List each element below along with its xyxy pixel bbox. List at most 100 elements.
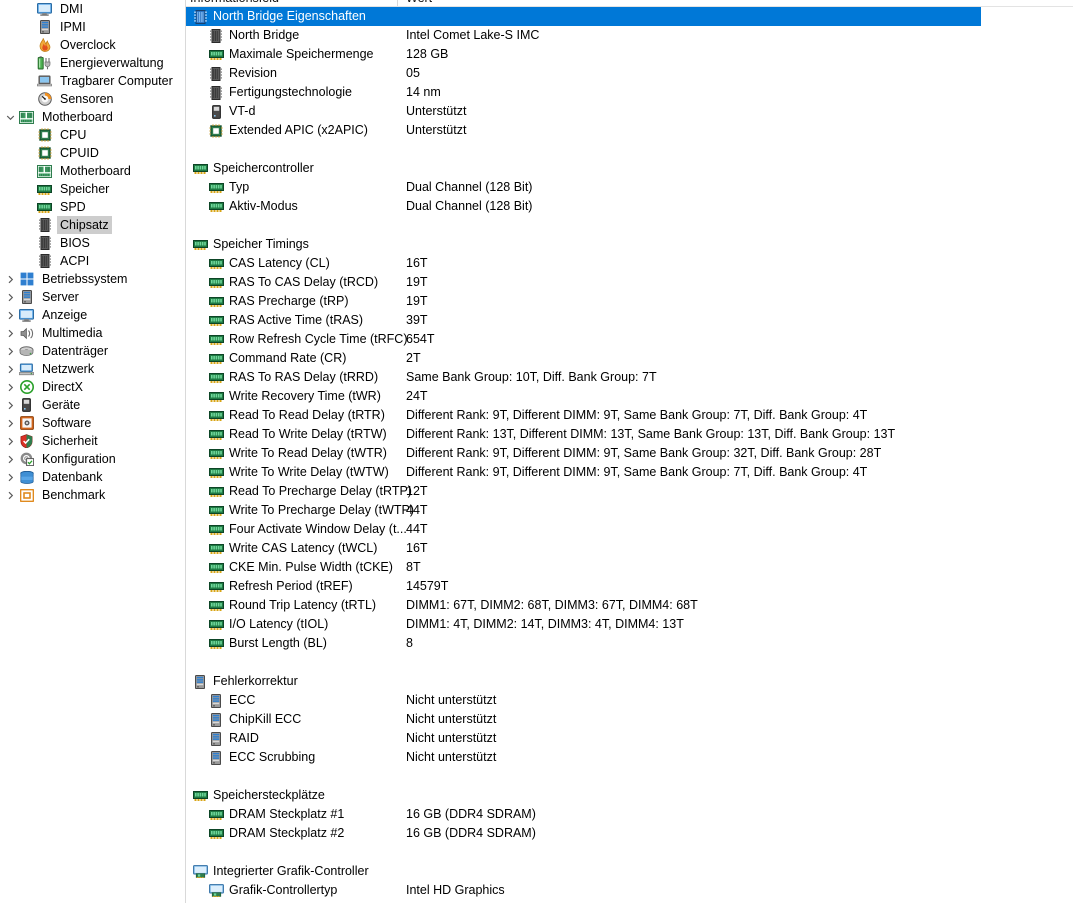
table-row[interactable]: RAS Precharge (tRP) 19T [186, 292, 1073, 311]
table-row[interactable]: VT-d Unterstützt [186, 102, 1073, 121]
sidebar-item-datenbank[interactable]: Datenbank [0, 468, 186, 486]
table-row[interactable]: Burst Length (BL) 8 [186, 634, 1073, 653]
chip-dark-icon [208, 28, 224, 44]
table-row[interactable]: Fertigungstechnologie 14 nm [186, 83, 1073, 102]
sidebar-item-server[interactable]: Server [0, 288, 186, 306]
sidebar-item-motherboard[interactable]: Motherboard [0, 162, 186, 180]
table-row[interactable]: ChipKill ECC Nicht unterstützt [186, 710, 1073, 729]
chevron-right-icon[interactable] [2, 360, 18, 378]
sidebar-item-cpu[interactable]: CPU [0, 126, 186, 144]
chevron-down-icon[interactable] [2, 108, 18, 126]
chip-square-icon [36, 145, 53, 161]
sidebar-item-ipmi[interactable]: IPMI [0, 18, 186, 36]
table-row[interactable]: Write CAS Latency (tWCL) 16T [186, 539, 1073, 558]
table-row[interactable]: Read To Precharge Delay (tRTP) 12T [186, 482, 1073, 501]
table-row[interactable]: ECC Nicht unterstützt [186, 691, 1073, 710]
sidebar-item-overclock[interactable]: Overclock [0, 36, 186, 54]
chevron-right-icon[interactable] [2, 342, 18, 360]
table-row[interactable]: North Bridge Intel Comet Lake-S IMC [186, 26, 1073, 45]
table-row[interactable]: Extended APIC (x2APIC) Unterstützt [186, 121, 1073, 140]
sidebar-item-sicherheit[interactable]: Sicherheit [0, 432, 186, 450]
sidebar-item-konfiguration[interactable]: Konfiguration [0, 450, 186, 468]
sidebar-item-tragbarer-computer[interactable]: Tragbarer Computer [0, 72, 186, 90]
table-row[interactable]: CKE Min. Pulse Width (tCKE) 8T [186, 558, 1073, 577]
chevron-right-icon[interactable] [2, 468, 18, 486]
table-row[interactable]: Maximale Speichermenge 128 GB [186, 45, 1073, 64]
table-row[interactable]: Write To Precharge Delay (tWTP) 44T [186, 501, 1073, 520]
table-row[interactable]: RAS To CAS Delay (tRCD) 19T [186, 273, 1073, 292]
sidebar-item-software[interactable]: Software [0, 414, 186, 432]
table-row[interactable]: RAID Nicht unterstützt [186, 729, 1073, 748]
sidebar-item-datentraeger[interactable]: Datenträger [0, 342, 186, 360]
table-row[interactable]: Write To Read Delay (tWTR) Different Rank… [186, 444, 1073, 463]
sidebar-tree[interactable]: DMI IPMI Overclock Energieverwaltung Tra… [0, 0, 186, 903]
chevron-right-icon[interactable] [2, 414, 18, 432]
chevron-right-icon[interactable] [2, 270, 18, 288]
table-row[interactable]: Command Rate (CR) 2T [186, 349, 1073, 368]
sidebar-item-bios[interactable]: BIOS [0, 234, 186, 252]
row-field-label: RAS Precharge (tRP) [229, 294, 349, 308]
chevron-right-icon[interactable] [2, 324, 18, 342]
section-header-row[interactable]: Speichercontroller [186, 159, 1073, 178]
sidebar-item-geraete[interactable]: Geräte [0, 396, 186, 414]
chevron-right-icon[interactable] [2, 450, 18, 468]
sidebar-item-sensoren[interactable]: Sensoren [0, 90, 186, 108]
column-header-separator[interactable] [397, 0, 398, 6]
sidebar-item-chipsatz[interactable]: Chipsatz [0, 216, 186, 234]
table-row[interactable]: RAS To RAS Delay (tRRD) Same Bank Group: … [186, 368, 1073, 387]
chevron-right-icon[interactable] [2, 486, 18, 504]
sidebar-item-motherboard[interactable]: Motherboard [0, 108, 186, 126]
section-header-row[interactable]: Speicher Timings [186, 235, 1073, 254]
selected-row[interactable]: North Bridge Eigenschaften [186, 7, 981, 26]
sidebar-item-spd[interactable]: SPD [0, 198, 186, 216]
table-row[interactable]: Write Recovery Time (tWR) 24T [186, 387, 1073, 406]
table-row[interactable]: Read To Write Delay (tRTW) Different Rank… [186, 425, 1073, 444]
chevron-right-icon[interactable] [2, 432, 18, 450]
sidebar-item-multimedia[interactable]: Multimedia [0, 324, 186, 342]
chevron-right-icon[interactable] [2, 306, 18, 324]
detail-list[interactable]: North Bridge Eigenschaften North Bridge I… [186, 7, 1073, 900]
table-row[interactable]: Typ Dual Channel (128 Bit) [186, 178, 1073, 197]
table-row[interactable]: I/O Latency (tIOL) DIMM1: 4T, DIMM2: 14T,… [186, 615, 1073, 634]
table-row[interactable]: Refresh Period (tREF) 14579T [186, 577, 1073, 596]
table-row[interactable]: Write To Write Delay (tWTW) Different Ran… [186, 463, 1073, 482]
server-icon [208, 712, 224, 728]
sidebar-item-netzwerk[interactable]: Netzwerk [0, 360, 186, 378]
table-row[interactable]: DRAM Steckplatz #2 16 GB (DDR4 SDRAM) [186, 824, 1073, 843]
sidebar-item-anzeige[interactable]: Anzeige [0, 306, 186, 324]
table-row[interactable]: Grafik-Controllertyp Intel HD Graphics [186, 881, 1073, 900]
column-header[interactable]: Informationsfeld Wert [186, 0, 1073, 7]
table-row[interactable]: Read To Read Delay (tRTR) Different Rank:… [186, 406, 1073, 425]
table-row[interactable]: Aktiv-Modus Dual Channel (128 Bit) [186, 197, 1073, 216]
sidebar-item-label: Chipsatz [57, 216, 112, 234]
sidebar-item-dmi[interactable]: DMI [0, 0, 186, 18]
table-row[interactable]: Revision 05 [186, 64, 1073, 83]
table-row[interactable]: Four Activate Window Delay (t... 44T [186, 520, 1073, 539]
section-header-row[interactable]: Fehlerkorrektur [186, 672, 1073, 691]
sidebar-item-energieverwaltung[interactable]: Energieverwaltung [0, 54, 186, 72]
sidebar-item-benchmark[interactable]: Benchmark [0, 486, 186, 504]
chevron-right-icon[interactable] [2, 378, 18, 396]
section-header-row[interactable]: Speichersteckplätze [186, 786, 1073, 805]
sidebar-item-cpuid[interactable]: CPUID [0, 144, 186, 162]
chevron-right-icon[interactable] [2, 288, 18, 306]
table-row[interactable]: Row Refresh Cycle Time (tRFC) 654T [186, 330, 1073, 349]
table-row[interactable]: RAS Active Time (tRAS) 39T [186, 311, 1073, 330]
sidebar-item-speicher[interactable]: Speicher [0, 180, 186, 198]
table-row[interactable]: CAS Latency (CL) 16T [186, 254, 1073, 273]
table-row[interactable]: ECC Scrubbing Nicht unterstützt [186, 748, 1073, 767]
software-icon [18, 415, 35, 431]
sidebar-item-acpi[interactable]: ACPI [0, 252, 186, 270]
column-header-field[interactable]: Informationsfeld [190, 0, 279, 5]
column-header-value[interactable]: Wert [406, 0, 432, 5]
chevron-right-icon[interactable] [2, 396, 18, 414]
ram-icon [208, 389, 224, 405]
section-header-row[interactable]: Integrierter Grafik-Controller [186, 862, 1073, 881]
table-row[interactable]: DRAM Steckplatz #1 16 GB (DDR4 SDRAM) [186, 805, 1073, 824]
sidebar-item-directx[interactable]: DirectX [0, 378, 186, 396]
table-row[interactable]: Round Trip Latency (tRTL) DIMM1: 67T, DIM… [186, 596, 1073, 615]
sidebar-item-betriebssystem[interactable]: Betriebssystem [0, 270, 186, 288]
ram-icon [208, 47, 224, 63]
